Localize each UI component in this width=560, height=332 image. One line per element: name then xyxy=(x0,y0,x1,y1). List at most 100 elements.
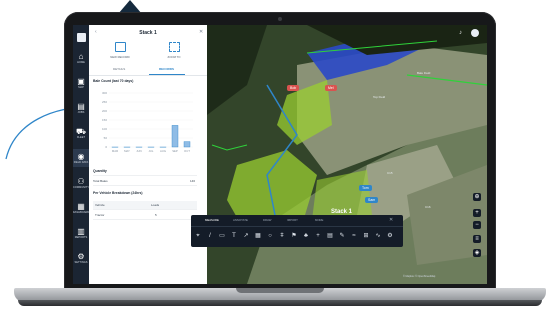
map-toolbar: MEASURE ANNOTATE DRAW IMPORT MORE ✕ ⌖ / … xyxy=(191,215,403,247)
chart-x-tick: SEP xyxy=(172,149,178,153)
chart-y-tick: 50 xyxy=(104,136,108,140)
tab-details[interactable]: DETAILS xyxy=(113,67,125,71)
sidebar-item-label: FIELD DATA xyxy=(73,160,89,164)
field-label: Bale Field xyxy=(417,71,431,75)
text-icon[interactable]: T xyxy=(229,231,239,241)
flag-icon[interactable]: ⚑ xyxy=(289,231,299,241)
map-attribution: © Mapbox © OpenStreetMap xyxy=(403,275,436,278)
zoom-out-button[interactable]: − xyxy=(473,221,481,229)
sidebar-item-label: MAP xyxy=(78,85,84,89)
sidebar-item-label: COMMUNITY xyxy=(73,185,89,189)
panel-tabs: DETAILS RECORDS xyxy=(89,65,207,76)
tab-annotate[interactable]: ANNOTATE xyxy=(233,218,248,222)
zoom-to-button[interactable]: ZOOM TO xyxy=(157,42,191,62)
vehicle-tag[interactable]: Tom xyxy=(359,185,372,191)
field-icon: ◉ xyxy=(77,151,85,161)
table-row: Tractor 5 xyxy=(93,211,197,220)
field-label: Top Field xyxy=(373,95,386,99)
sidebar-item-label: DASHBOARD xyxy=(73,210,90,214)
field-label: C15 xyxy=(387,171,393,175)
sidebar-item-label: REPORTS xyxy=(74,235,88,239)
line-icon[interactable]: / xyxy=(205,231,215,241)
fence-icon[interactable]: ǂ xyxy=(277,231,287,241)
chart-y-tick: 300 xyxy=(102,91,107,95)
close-icon[interactable]: ✕ xyxy=(199,29,203,35)
sidebar-item-settings[interactable]: ⚙ SETTINGS xyxy=(73,249,89,267)
water-icon[interactable]: ≈ xyxy=(349,231,359,241)
people-icon: ⚇ xyxy=(77,176,85,186)
sidebar-item-reports[interactable]: ▥ REPORTS xyxy=(73,224,89,242)
tab-draw[interactable]: DRAW xyxy=(263,218,271,222)
app-screen: ⌂ HOME ▣ MAP ▤ JOBS ⛟ FLEET ◉ FIELD DATA ⚇ COMMUNIT… xyxy=(73,25,487,284)
vehicle-tag[interactable]: Sam xyxy=(365,197,379,203)
total-bales-row: Total Bales 146 xyxy=(93,177,197,186)
pen-icon[interactable]: ✎ xyxy=(337,231,347,241)
chart-x-tick: JUN xyxy=(136,149,141,153)
vehicle-tag[interactable]: Bob xyxy=(287,85,300,91)
bale-count-chart: 300 250 200 150 100 50 0 MAR MAY JUN JUL AUG SEP OCT xyxy=(102,91,193,153)
bell-icon[interactable]: ♪ xyxy=(459,30,462,36)
field-label: C16 xyxy=(425,205,431,209)
chart-y-tick: 0 xyxy=(105,145,107,149)
tree-icon[interactable]: ♣ xyxy=(301,231,311,241)
sidebar-item-fleet[interactable]: ⛟ FLEET xyxy=(73,124,89,142)
rectangle-icon[interactable]: ▭ xyxy=(217,231,227,241)
sidebar-item-label: JOBS xyxy=(77,110,85,114)
chart-y-tick: 150 xyxy=(102,118,107,122)
settings-icon[interactable]: ⚙ xyxy=(385,231,395,241)
chart-x-tick: JUL xyxy=(149,149,154,153)
curve-icon[interactable]: ∿ xyxy=(373,231,383,241)
chart-x-tick: MAY xyxy=(124,149,130,153)
new-record-button[interactable]: NEW RECORD xyxy=(103,42,137,62)
zoom-fit-icon xyxy=(168,42,180,52)
arrow-icon[interactable]: ↗ xyxy=(241,231,251,241)
tab-more[interactable]: MORE xyxy=(315,218,323,222)
layers-icon[interactable]: ≡ xyxy=(473,235,481,243)
tab-records[interactable]: RECORDS xyxy=(159,67,174,71)
map-style-icon[interactable]: ◈ xyxy=(473,249,481,257)
table-header: Vehicle Loads xyxy=(93,201,197,210)
sidebar-item-label: SETTINGS xyxy=(74,260,88,264)
zoom-in-button[interactable]: + xyxy=(473,209,481,217)
locate-icon[interactable]: ⊕ xyxy=(473,193,481,201)
jobs-icon: ▤ xyxy=(77,101,85,111)
chart-title: Bale Count (last 70 days) xyxy=(93,79,134,83)
note-icon[interactable]: ▤ xyxy=(325,231,335,241)
avatar[interactable] xyxy=(471,29,479,37)
reports-icon: ▥ xyxy=(77,226,85,236)
gear-icon: ⚙ xyxy=(77,251,85,261)
sidebar-item-label: HOME xyxy=(77,60,85,64)
chart-y-tick: 100 xyxy=(102,127,107,131)
truck-icon: ⛟ xyxy=(75,126,87,136)
sidebar-item-map[interactable]: ▣ MAP xyxy=(73,74,89,92)
chart-x-tick: MAR xyxy=(112,149,118,153)
vehicle-tag[interactable]: Mel xyxy=(325,85,337,91)
chart-x-tick: AUG xyxy=(160,149,166,153)
chart-bar xyxy=(183,141,191,148)
sidebar-nav: ⌂ HOME ▣ MAP ▤ JOBS ⛟ FLEET ◉ FIELD DATA ⚇ COMMUNIT… xyxy=(73,25,89,284)
add-icon[interactable]: + xyxy=(313,231,323,241)
sidebar-item-home[interactable]: ⌂ HOME xyxy=(73,49,89,67)
gate-icon[interactable]: ⊞ xyxy=(361,231,371,241)
camera xyxy=(278,17,282,21)
document-icon xyxy=(114,42,126,52)
pin-icon[interactable]: ⌖ xyxy=(193,231,203,241)
close-icon[interactable]: ✕ xyxy=(389,217,393,223)
sidebar-item-dashboard[interactable]: ▦ DASHBOARD xyxy=(73,199,89,217)
chart-x-tick: OCT xyxy=(184,149,190,153)
breakdown-title: Per Vehicle Breakdown (24hrs) xyxy=(93,191,143,195)
tab-measure[interactable]: MEASURE xyxy=(205,218,219,222)
stack-details-panel: ‹ Stack 1 ✕ NEW RECORD ZOOM TO DETAILS R… xyxy=(89,25,207,284)
grid-icon[interactable]: ▦ xyxy=(253,231,263,241)
logo-icon[interactable] xyxy=(73,30,89,44)
laptop-notch xyxy=(236,288,324,293)
tab-import[interactable]: IMPORT xyxy=(287,218,298,222)
circle-icon[interactable]: ○ xyxy=(265,231,275,241)
dashboard-icon: ▦ xyxy=(77,201,85,211)
sidebar-item-community[interactable]: ⚇ COMMUNITY xyxy=(73,174,89,192)
sidebar-item-jobs[interactable]: ▤ JOBS xyxy=(73,99,89,117)
sidebar-item-field-data[interactable]: ◉ FIELD DATA xyxy=(73,149,89,167)
chart-y-tick: 200 xyxy=(102,109,107,113)
active-tab-indicator xyxy=(149,74,185,75)
laptop-base-shadow xyxy=(18,300,542,306)
